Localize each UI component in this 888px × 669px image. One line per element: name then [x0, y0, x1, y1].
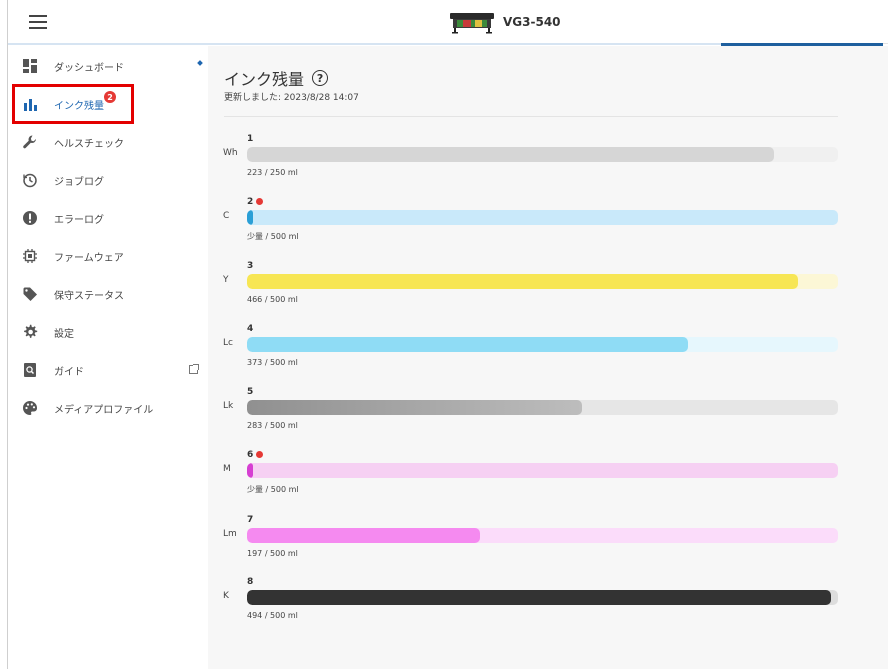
history-icon [22, 172, 38, 188]
ink-slot-number: 4 [247, 324, 254, 334]
ink-level-bar [247, 337, 838, 352]
ink-amount-text: 223 / 250 ml [247, 168, 298, 177]
ink-row: 3 Y 466 / 500 ml [208, 261, 888, 323]
low-ink-warning-dot [256, 198, 263, 205]
ink-level-bar [247, 147, 838, 162]
divider [224, 116, 838, 117]
sidebar-item-label: メディアプロファイル [54, 404, 154, 416]
app-header: VG3-540 [8, 0, 888, 44]
ink-slot-number: 7 [247, 515, 254, 525]
sidebar-item-label: ヘルスチェック [54, 138, 124, 150]
ink-level-bar [247, 590, 838, 605]
ink-row: 6 M 少量 / 500 ml [208, 450, 888, 512]
ink-row: 2 C 少量 / 500 ml [208, 197, 888, 259]
ink-level-bar [247, 274, 838, 289]
ink-row: 7 Lm 197 / 500 ml [208, 515, 888, 577]
sidebar-item-label: ファームウェア [54, 252, 124, 264]
sidebar-item-error-log[interactable]: エラーログ [8, 201, 208, 235]
ink-level-fill [247, 337, 688, 352]
guide-icon [22, 362, 38, 378]
ink-slot-number: 5 [247, 387, 254, 397]
wrench-icon [22, 134, 38, 150]
ink-amount-text: 373 / 500 ml [247, 358, 298, 367]
page-title: インク残量 [224, 70, 305, 89]
device-indicator: VG3-540 [449, 10, 561, 34]
sidebar-item-label: ジョブログ [54, 176, 104, 188]
printer-icon [449, 10, 495, 34]
ink-slot-number: 3 [247, 261, 254, 271]
ink-row: 8 K 494 / 500 ml [208, 577, 888, 639]
ink-amount-text: 283 / 500 ml [247, 421, 298, 430]
hamburger-menu-icon[interactable] [29, 15, 47, 29]
chip-icon [22, 248, 38, 264]
ink-level-bar [247, 400, 838, 415]
ink-color-code: Lm [223, 529, 237, 539]
ink-row: 4 Lc 373 / 500 ml [208, 324, 888, 386]
ink-color-code: K [223, 591, 229, 601]
ink-slot-number: 8 [247, 577, 254, 587]
ink-row: 5 Lk 283 / 500 ml [208, 387, 888, 449]
tag-icon [22, 286, 38, 302]
sidebar-item-settings[interactable]: 設定 [8, 315, 208, 349]
ink-slot-number: 1 [247, 134, 254, 144]
sidebar-item-health-check[interactable]: ヘルスチェック [8, 125, 208, 159]
sidebar-item-job-log[interactable]: ジョブログ [8, 163, 208, 197]
ink-slot-number: 2 [247, 197, 254, 207]
ink-color-code: Wh [223, 148, 238, 158]
main-content: インク残量 ? 更新しました: 2023/8/28 14:07 1 Wh 223 /… [208, 46, 888, 669]
palette-icon [22, 400, 38, 416]
ink-level-fill [247, 147, 775, 162]
ink-color-code: Y [223, 275, 229, 285]
sidebar-item-label: 設定 [54, 328, 74, 340]
sidebar-item-firmware[interactable]: ファームウェア [8, 239, 208, 273]
help-icon[interactable]: ? [312, 70, 329, 86]
ink-level-fill [247, 528, 480, 543]
last-updated-text: 更新しました: 2023/8/28 14:07 [224, 93, 359, 103]
ink-color-code: M [223, 464, 231, 474]
ink-level-bar [247, 210, 838, 225]
highlight-annotation-box [12, 84, 134, 124]
sidebar-item-maintenance-status[interactable]: 保守ステータス [8, 277, 208, 311]
sidebar-item-guide[interactable]: ガイド [8, 353, 208, 387]
sidebar-item-dashboard[interactable]: ダッシュボード [8, 49, 208, 83]
ink-row: 1 Wh 223 / 250 ml [208, 134, 888, 196]
sidebar-item-media-profile[interactable]: メディアプロファイル [8, 391, 208, 425]
page-header: インク残量 ? [224, 66, 329, 90]
ink-level-fill [247, 400, 582, 415]
ink-amount-text: 197 / 500 ml [247, 549, 298, 558]
ink-level-fill [247, 210, 253, 225]
ink-color-code: Lc [223, 338, 233, 348]
ink-level-bar [247, 528, 838, 543]
sidebar-item-label: 保守ステータス [54, 290, 124, 302]
sidebar-item-label: ダッシュボード [54, 62, 124, 74]
sidebar-item-label: ガイド [54, 366, 84, 378]
sidebar-item-label: エラーログ [54, 214, 104, 226]
sidebar: ダッシュボード インク残量 2 ヘルスチェック ジョブログ エラーログ ファーム… [8, 46, 208, 669]
gear-icon [22, 324, 38, 340]
device-name: VG3-540 [503, 15, 561, 29]
dashboard-icon [22, 58, 38, 74]
ink-color-code: Lk [223, 401, 234, 411]
ink-color-code: C [223, 211, 230, 221]
ink-amount-text: 少量 / 500 ml [247, 232, 299, 241]
ink-level-fill [247, 463, 253, 478]
ink-level-fill [247, 590, 831, 605]
error-icon [22, 210, 38, 226]
ink-amount-text: 494 / 500 ml [247, 611, 298, 620]
ink-amount-text: 466 / 500 ml [247, 295, 298, 304]
ink-amount-text: 少量 / 500 ml [247, 485, 299, 494]
ink-level-fill [247, 274, 798, 289]
ink-slot-number: 6 [247, 450, 254, 460]
low-ink-warning-dot [256, 451, 263, 458]
ink-level-bar [247, 463, 838, 478]
external-link-icon [189, 364, 199, 374]
